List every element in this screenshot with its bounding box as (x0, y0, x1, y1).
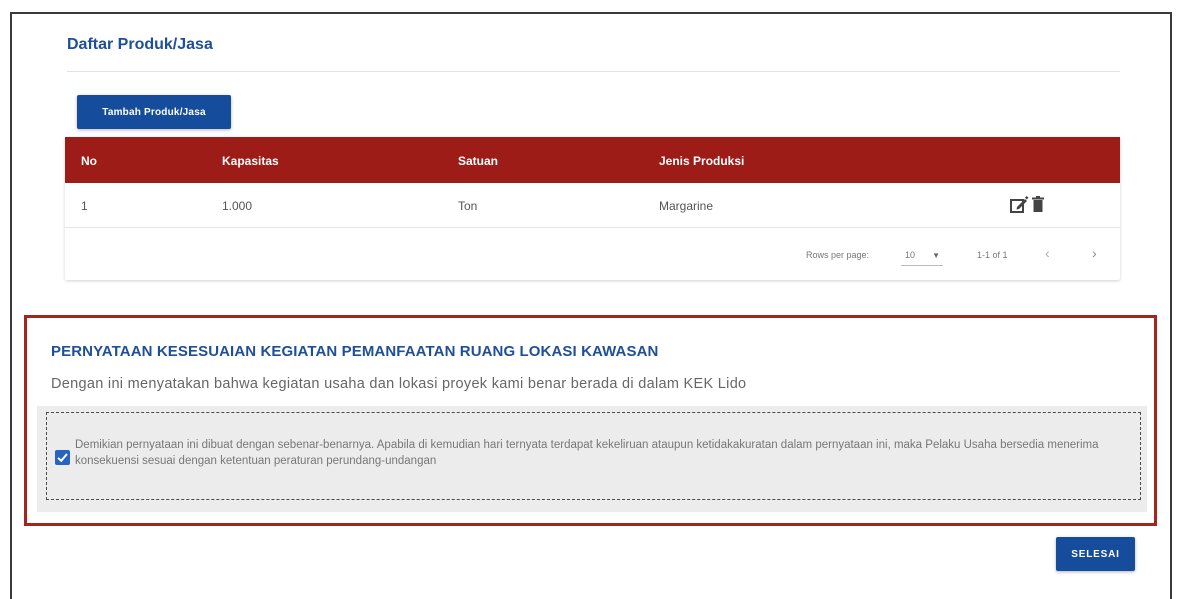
caret-down-icon: ▼ (932, 251, 940, 260)
finish-button[interactable]: SELESAI (1056, 537, 1135, 571)
agreement-panel: Demikian pernyataan ini dibuat dengan se… (37, 406, 1147, 512)
edit-icon[interactable] (1009, 195, 1029, 215)
cell-unit: Ton (458, 199, 478, 213)
agreement-checkbox[interactable] (55, 450, 70, 465)
divider (67, 71, 1120, 72)
chevron-left-icon[interactable]: ‹ (1045, 245, 1050, 261)
pagination: Rows per page: 10 ▼ 1-1 of 1 ‹ › (65, 228, 1120, 280)
column-header-unit: Satuan (458, 154, 499, 168)
checkmark-icon (57, 453, 68, 463)
table-row: 1 1.000 Ton Margarine (65, 183, 1120, 228)
cell-production-type: Margarine (659, 199, 714, 213)
row-actions (1009, 195, 1049, 215)
rows-per-page-label: Rows per page: (806, 250, 870, 260)
column-header-capacity: Kapasitas (222, 154, 279, 168)
page-range: 1-1 of 1 (977, 250, 1008, 260)
agreement-box: Demikian pernyataan ini dibuat dengan se… (46, 412, 1141, 500)
agreement-text: Demikian pernyataan ini dibuat dengan se… (75, 439, 1099, 467)
trash-icon[interactable] (1031, 195, 1049, 215)
rows-per-page-value: 10 (905, 250, 916, 260)
cell-capacity: 1.000 (222, 199, 253, 213)
column-header-production-type: Jenis Produksi (659, 154, 745, 168)
statement-section: PERNYATAAN KESESUAIAN KEGIATAN PEMANFAAT… (24, 315, 1157, 526)
statement-title: PERNYATAAN KESESUAIAN KEGIATAN PEMANFAAT… (51, 343, 659, 360)
section-title: Daftar Produk/Jasa (67, 36, 213, 53)
column-header-no: No (81, 154, 97, 168)
chevron-right-icon[interactable]: › (1092, 245, 1097, 261)
statement-description: Dengan ini menyatakan bahwa kegiatan usa… (51, 376, 747, 392)
cell-no: 1 (81, 199, 88, 213)
table-header: No Kapasitas Satuan Jenis Produksi (65, 137, 1120, 183)
add-product-button[interactable]: Tambah Produk/Jasa (77, 95, 231, 129)
rows-per-page-select[interactable]: 10 ▼ (901, 244, 943, 266)
products-table: No Kapasitas Satuan Jenis Produksi 1 1.0… (65, 137, 1120, 280)
